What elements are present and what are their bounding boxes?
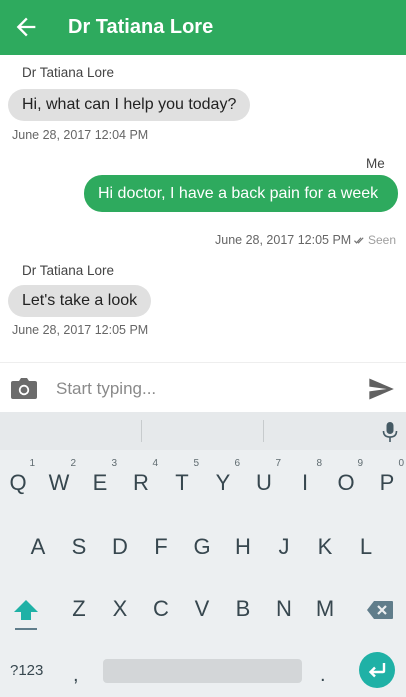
space-bar[interactable]: [103, 659, 302, 683]
key-w[interactable]: W2: [44, 458, 76, 496]
key-z[interactable]: Z: [64, 596, 94, 622]
message-sender: Dr Tatiana Lore: [22, 263, 115, 278]
message-timestamp: June 28, 2017 12:05 PM: [215, 233, 352, 247]
incoming-message-bubble[interactable]: Let's take a look: [8, 285, 152, 317]
chat-title: Dr Tatiana Lore: [68, 16, 214, 38]
suggestion-divider: [141, 420, 142, 442]
key-o[interactable]: O9: [331, 458, 363, 496]
key-g[interactable]: G: [187, 534, 217, 560]
message-list[interactable]: Dr Tatiana Lore Hi, what can I help you …: [0, 55, 406, 362]
shift-icon[interactable]: [12, 598, 40, 632]
microphone-icon[interactable]: [381, 421, 399, 443]
arrow-back-icon[interactable]: [12, 13, 40, 41]
key-e[interactable]: E3: [85, 458, 117, 496]
soft-keyboard: Q1 W2 E3 R4 T5 Y6 U7 I8 O9 P0 A S D F G …: [0, 412, 406, 697]
key-v[interactable]: V: [187, 596, 217, 622]
key-d[interactable]: D: [105, 534, 135, 560]
key-a[interactable]: A: [23, 534, 53, 560]
key-u[interactable]: U7: [249, 458, 281, 496]
backspace-icon[interactable]: [366, 600, 394, 620]
key-r[interactable]: R4: [126, 458, 158, 496]
key-c[interactable]: C: [146, 596, 176, 622]
enter-key[interactable]: [359, 652, 395, 688]
key-q[interactable]: Q1: [3, 458, 35, 496]
key-i[interactable]: I8: [290, 458, 322, 496]
seen-label: Seen: [368, 233, 397, 247]
key-h[interactable]: H: [228, 534, 258, 560]
key-y[interactable]: Y6: [208, 458, 240, 496]
double-check-icon: [354, 237, 364, 244]
incoming-message-bubble[interactable]: Hi, what can I help you today?: [8, 89, 251, 121]
comma-key[interactable]: ,: [73, 664, 79, 687]
key-t[interactable]: T5: [167, 458, 199, 496]
key-m[interactable]: M: [310, 596, 340, 622]
enter-icon: [368, 663, 386, 678]
outgoing-message-bubble[interactable]: Hi doctor, I have a back pain for a week: [84, 175, 398, 212]
suggestion-divider: [263, 420, 264, 442]
message-sender: Me: [366, 156, 385, 171]
key-j[interactable]: J: [269, 534, 299, 560]
key-b[interactable]: B: [228, 596, 258, 622]
key-p[interactable]: P0: [372, 458, 404, 496]
symbols-key[interactable]: ?123: [10, 662, 43, 679]
key-x[interactable]: X: [105, 596, 135, 622]
key-n[interactable]: N: [269, 596, 299, 622]
message-composer: [0, 362, 406, 412]
key-l[interactable]: L: [351, 534, 381, 560]
key-s[interactable]: S: [64, 534, 94, 560]
period-key[interactable]: .: [320, 664, 326, 687]
suggestion-strip: [0, 412, 406, 450]
message-timestamp: June 28, 2017 12:04 PM: [12, 128, 149, 142]
key-f[interactable]: F: [146, 534, 176, 560]
app-bar: Dr Tatiana Lore: [0, 0, 406, 55]
message-sender: Dr Tatiana Lore: [22, 65, 115, 80]
message-input[interactable]: [56, 377, 336, 401]
camera-icon[interactable]: [10, 375, 38, 401]
send-icon[interactable]: [364, 375, 398, 403]
message-timestamp: June 28, 2017 12:05 PM: [12, 323, 149, 337]
key-k[interactable]: K: [310, 534, 340, 560]
read-receipt: Seen: [354, 233, 396, 247]
